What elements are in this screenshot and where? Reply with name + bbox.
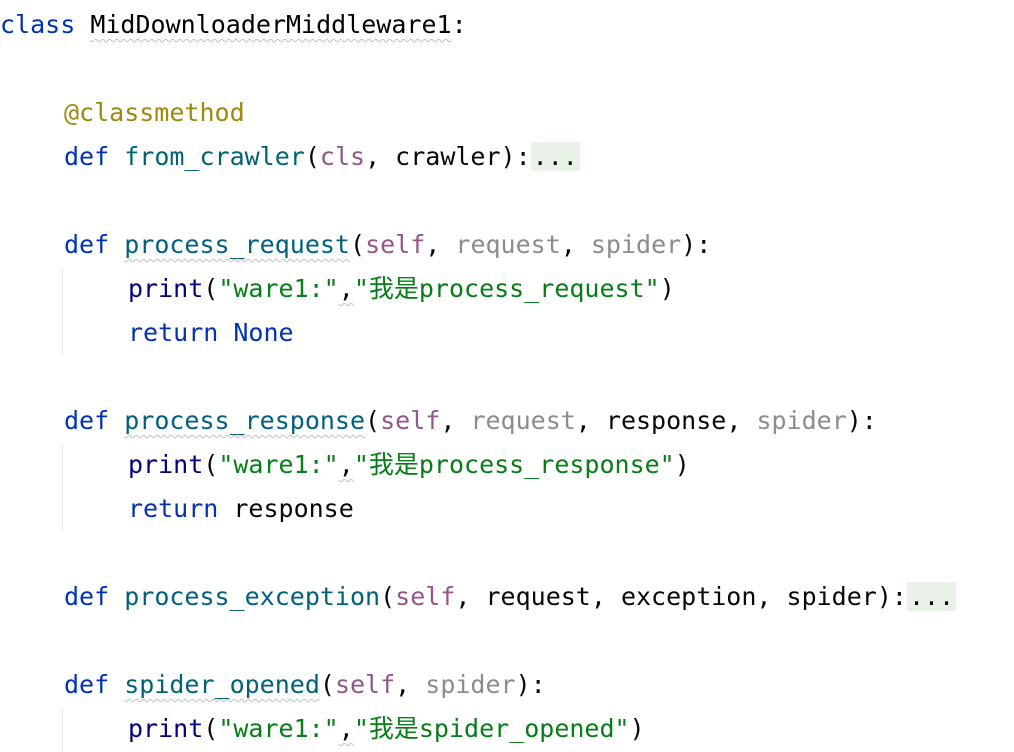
punctuation: ( xyxy=(304,142,320,171)
string-literal: "我是process_response" xyxy=(353,450,675,479)
code-line-return: return response xyxy=(128,487,354,531)
punctuation: ): xyxy=(876,582,907,611)
punctuation: , xyxy=(338,274,354,303)
punctuation: : xyxy=(451,10,467,39)
string-literal: "我是process_request" xyxy=(353,274,660,303)
code-line-print: print("ware1:","我是process_response") xyxy=(128,443,690,487)
code-line-spider-opened-def: def spider_opened(self, spider): xyxy=(64,663,546,707)
none-literal: None xyxy=(233,318,294,347)
param-spider: spider xyxy=(590,230,682,259)
keyword: def xyxy=(64,230,110,259)
param-response: response xyxy=(605,406,727,435)
param-request: request xyxy=(470,406,576,435)
decorator: @classmethod xyxy=(64,98,245,127)
function-name: process_exception xyxy=(124,582,381,611)
param-request: request xyxy=(485,582,591,611)
punctuation: ( xyxy=(203,714,219,743)
keyword: return xyxy=(128,494,219,523)
code-line-decorator: @classmethod xyxy=(64,91,245,135)
punctuation: ) xyxy=(659,274,675,303)
punctuation: ( xyxy=(380,582,396,611)
punctuation: ( xyxy=(365,406,381,435)
string-literal: "ware1:" xyxy=(218,274,339,303)
param-spider: spider xyxy=(756,406,847,435)
punctuation: , xyxy=(338,450,354,479)
builtin-print: print xyxy=(128,450,204,479)
folded-code-button[interactable]: ... xyxy=(530,142,580,171)
param-self: self xyxy=(380,406,441,435)
punctuation: , xyxy=(560,230,591,259)
punctuation: , xyxy=(726,406,757,435)
param-request: request xyxy=(455,230,561,259)
code-line-process-exception-def: def process_exception(self, request, exc… xyxy=(64,575,957,619)
param-crawler: crawler xyxy=(395,142,501,171)
keyword: def xyxy=(64,142,110,171)
punctuation: , xyxy=(440,406,471,435)
param-spider: spider xyxy=(425,670,516,699)
code-line-from-crawler: def from_crawler(cls, crawler):... xyxy=(64,135,580,179)
punctuation: ( xyxy=(319,670,335,699)
code-line-print: print("ware1:","我是spider_opened") xyxy=(128,707,645,751)
function-name: spider_opened xyxy=(124,670,320,699)
code-line-process-response-def: def process_response(self, request, resp… xyxy=(64,399,877,443)
param-self: self xyxy=(334,670,396,699)
class-name: MidDownloaderMiddleware1 xyxy=(90,10,452,39)
punctuation: , xyxy=(455,582,486,611)
punctuation: ): xyxy=(500,142,531,171)
string-literal: "ware1:" xyxy=(218,450,339,479)
punctuation: ): xyxy=(681,230,712,259)
param-spider: spider xyxy=(786,582,877,611)
indent-guide xyxy=(62,444,63,530)
punctuation: ( xyxy=(203,450,219,479)
punctuation: , xyxy=(395,670,426,699)
punctuation: , xyxy=(575,406,606,435)
keyword: def xyxy=(64,406,110,435)
code-line-class-def: class MidDownloaderMiddleware1: xyxy=(0,3,467,47)
keyword: def xyxy=(64,670,110,699)
builtin-print: print xyxy=(128,274,204,303)
punctuation: ): xyxy=(515,670,546,699)
param-cls: cls xyxy=(319,142,366,171)
code-line-process-request-def: def process_request(self, request, spide… xyxy=(64,223,711,267)
punctuation: ( xyxy=(350,230,366,259)
punctuation: , xyxy=(590,582,621,611)
code-line-print: print("ware1:","我是process_request") xyxy=(128,267,675,311)
string-literal: "我是spider_opened" xyxy=(353,714,630,743)
function-name: from_crawler xyxy=(124,142,305,171)
keyword: class xyxy=(0,10,76,39)
folded-code-button[interactable]: ... xyxy=(906,582,957,611)
indent-guide xyxy=(62,268,63,354)
function-name: process_request xyxy=(124,230,350,259)
param-exception: exception xyxy=(620,582,757,611)
indent-guide xyxy=(62,708,63,752)
punctuation: ) xyxy=(674,450,690,479)
punctuation: , xyxy=(338,714,354,743)
return-value: response xyxy=(233,494,354,523)
function-name: process_response xyxy=(124,406,366,435)
punctuation: , xyxy=(425,230,456,259)
punctuation: , xyxy=(365,142,396,171)
punctuation: ( xyxy=(203,274,219,303)
keyword: return xyxy=(128,318,219,347)
code-line-return: return None xyxy=(128,311,294,355)
builtin-print: print xyxy=(128,714,204,743)
keyword: def xyxy=(64,582,110,611)
param-self: self xyxy=(395,582,456,611)
param-self: self xyxy=(365,230,426,259)
punctuation: ): xyxy=(846,406,877,435)
punctuation: ) xyxy=(629,714,645,743)
string-literal: "ware1:" xyxy=(218,714,339,743)
code-editor[interactable]: class MidDownloaderMiddleware1: @classme… xyxy=(0,0,1014,752)
punctuation: , xyxy=(756,582,787,611)
